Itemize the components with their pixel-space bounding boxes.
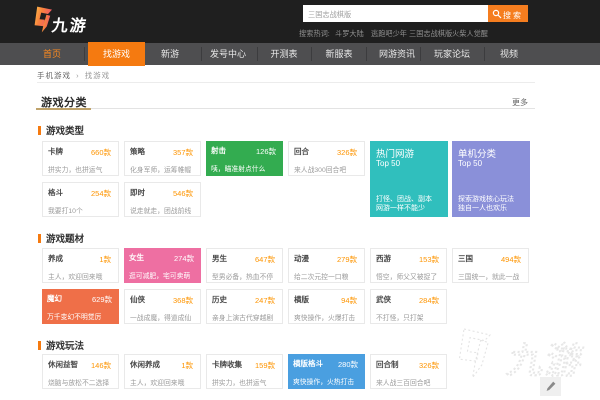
svg-text:九游: 九游 <box>505 340 588 381</box>
